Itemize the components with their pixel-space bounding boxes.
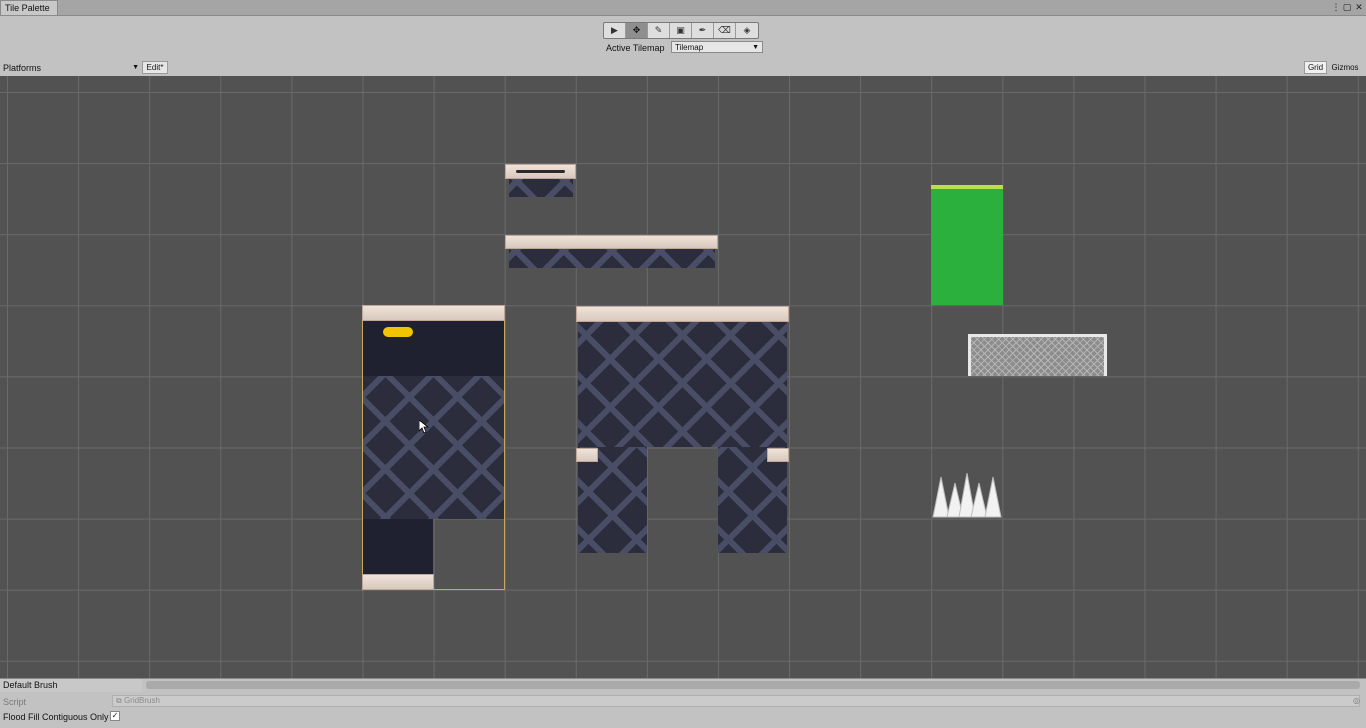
tile-tower-top[interactable] [362, 305, 505, 321]
palette-value: Platforms [3, 63, 42, 73]
flood-fill-checkbox[interactable]: ✓ [110, 711, 120, 721]
move-icon: ✥ [632, 25, 641, 35]
close-icon[interactable]: ✕ [1354, 2, 1364, 12]
target-icon[interactable]: ◎ [1353, 696, 1360, 705]
tile-block-left-ledge[interactable] [576, 448, 598, 462]
tile-yellow-light[interactable] [383, 327, 413, 337]
active-tilemap-value: Tilemap [675, 43, 704, 52]
edit-button[interactable]: Edit* [142, 61, 168, 74]
paint-brush-tool-button[interactable]: ✎ [648, 23, 670, 38]
picker-tool-button[interactable]: ✒ [692, 23, 714, 38]
tab-tile-palette[interactable]: Tile Palette [0, 0, 58, 15]
arrow-icon: ▶ [611, 25, 618, 35]
tile-block-right-ledge[interactable] [767, 448, 789, 462]
grid-toggle-button[interactable]: Grid [1304, 61, 1327, 74]
script-value: GridBrush [123, 696, 160, 705]
active-tilemap-label: Active Tilemap [606, 43, 665, 53]
eraser-icon: ⌫ [718, 25, 731, 35]
tile-spikes[interactable] [931, 473, 1003, 519]
checkmark-icon: ✓ [111, 711, 119, 720]
tile-wide-platform-frame[interactable] [509, 249, 715, 268]
tile-small-platform-top[interactable] [505, 164, 576, 179]
tile-grass[interactable] [931, 185, 1003, 305]
script-label: Script [3, 697, 27, 707]
fill-bucket-tool-button[interactable]: ◈ [736, 23, 758, 38]
palette-dropdown[interactable]: Platforms ▼ [0, 61, 142, 75]
tile-tower-lower[interactable] [363, 519, 433, 574]
mouse-cursor-icon [419, 420, 429, 434]
gizmos-toggle-button[interactable]: Gizmos [1327, 61, 1363, 74]
palette-grid-view[interactable] [0, 76, 1366, 678]
tab-bar [0, 0, 1366, 16]
tile-block-right-frame[interactable] [718, 447, 787, 553]
tile-goal-net[interactable] [968, 334, 1107, 376]
active-tilemap-dropdown[interactable]: Tilemap ▼ [671, 41, 763, 53]
tile-block-left-frame[interactable] [578, 447, 647, 553]
chevron-down-icon: ▼ [132, 64, 139, 71]
tile-block-top[interactable] [576, 306, 789, 322]
flood-fill-label: Flood Fill Contiguous Only [3, 712, 109, 722]
box-fill-icon: ▣ [676, 25, 685, 35]
maximize-icon[interactable]: ▢ [1342, 2, 1352, 12]
tile-block-upper-frame[interactable] [578, 322, 787, 447]
select-tool-button[interactable]: ▶ [604, 23, 626, 38]
script-icon: ⧉ [116, 696, 124, 705]
tool-bar: ▶ ✥ ✎ ▣ ✒ ⌫ ◈ [603, 22, 759, 39]
tile-wide-platform-top[interactable] [505, 235, 718, 249]
tile-tower-bottom[interactable] [362, 574, 434, 590]
brush-value: Default Brush [3, 680, 58, 690]
tile-small-platform-frame[interactable] [509, 179, 573, 197]
move-tool-button[interactable]: ✥ [626, 23, 648, 38]
eraser-tool-button[interactable]: ⌫ [714, 23, 736, 38]
kebab-icon[interactable]: ⋮ [1331, 2, 1341, 12]
brush-dropdown[interactable]: Default Brush [0, 679, 142, 692]
bucket-icon: ◈ [743, 25, 751, 35]
script-field[interactable]: ⧉ GridBrush [112, 695, 1360, 707]
brush-icon: ✎ [654, 25, 663, 35]
eyedropper-icon: ✒ [698, 25, 707, 35]
box-fill-tool-button[interactable]: ▣ [670, 23, 692, 38]
chevron-down-icon: ▼ [752, 44, 759, 51]
tile-tower-frame[interactable] [363, 376, 504, 519]
brush-scrollbar[interactable] [146, 681, 1360, 689]
